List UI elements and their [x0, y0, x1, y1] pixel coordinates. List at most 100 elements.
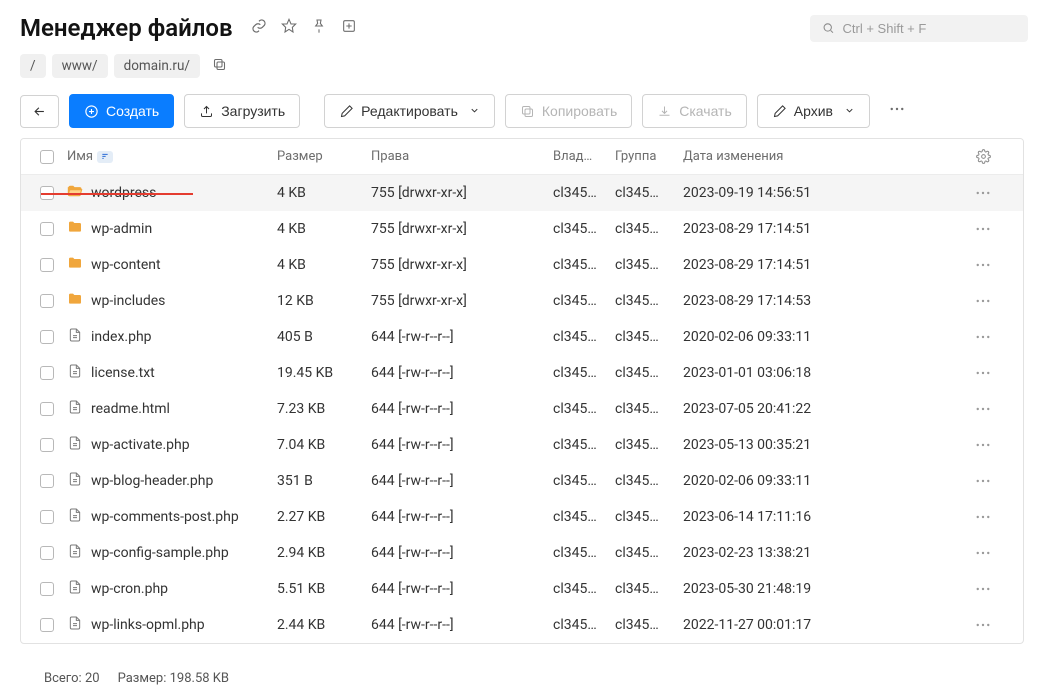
table-row[interactable]: wp-activate.php7.04 KB644 [-rw-r--r--]cl… [21, 427, 1023, 463]
search-icon [822, 21, 835, 35]
file-icon [67, 399, 83, 419]
row-more-button[interactable] [963, 292, 1003, 310]
create-button[interactable]: Создать [69, 94, 174, 128]
table-row[interactable]: wp-admin4 KB755 [drwxr-xr-x]cl345…cl345…… [21, 211, 1023, 247]
file-group: cl345… [615, 473, 683, 489]
file-name: wp-config-sample.php [91, 545, 229, 561]
row-checkbox[interactable] [40, 582, 54, 596]
row-checkbox[interactable] [40, 366, 54, 380]
column-owner[interactable]: Влад… [553, 149, 615, 164]
row-more-button[interactable] [963, 436, 1003, 454]
table-row[interactable]: wp-blog-header.php351 B644 [-rw-r--r--]c… [21, 463, 1023, 499]
row-checkbox[interactable] [40, 438, 54, 452]
row-more-button[interactable] [963, 544, 1003, 562]
table-row[interactable]: wp-cron.php5.51 KB644 [-rw-r--r--]cl345…… [21, 571, 1023, 607]
row-more-button[interactable] [963, 616, 1003, 634]
file-icon [67, 363, 83, 383]
row-more-button[interactable] [963, 472, 1003, 490]
search-input[interactable] [843, 21, 1016, 36]
row-checkbox[interactable] [40, 618, 54, 632]
file-owner: cl345… [553, 545, 615, 561]
row-checkbox[interactable] [40, 222, 54, 236]
file-group: cl345… [615, 257, 683, 273]
row-checkbox[interactable] [40, 402, 54, 416]
file-date: 2023-09-19 14:56:51 [683, 185, 963, 201]
file-date: 2023-05-13 00:35:21 [683, 437, 963, 453]
table-row[interactable]: wp-content4 KB755 [drwxr-xr-x]cl345…cl34… [21, 247, 1023, 283]
row-checkbox[interactable] [40, 546, 54, 560]
copy-button-label: Копировать [542, 103, 617, 119]
archive-button[interactable]: Архив [757, 94, 870, 128]
file-size: 12 KB [277, 293, 371, 309]
row-checkbox[interactable] [40, 330, 54, 344]
file-name: wp-content [91, 257, 161, 273]
table-settings-button[interactable] [963, 149, 1003, 164]
column-name[interactable]: Имя [67, 149, 277, 164]
copy-button: Копировать [505, 94, 632, 128]
breadcrumb-domain[interactable]: domain.ru/ [114, 54, 200, 78]
file-date: 2023-07-05 20:41:22 [683, 401, 963, 417]
table-row[interactable]: wordpress4 KB755 [drwxr-xr-x]cl345…cl345… [21, 175, 1023, 211]
table-row[interactable]: wp-links-opml.php2.44 KB644 [-rw-r--r--]… [21, 607, 1023, 643]
file-perms: 644 [-rw-r--r--] [371, 545, 553, 561]
row-checkbox[interactable] [40, 474, 54, 488]
file-date: 2023-05-30 21:48:19 [683, 581, 963, 597]
upload-button[interactable]: Загрузить [184, 94, 300, 128]
select-all-checkbox[interactable] [40, 150, 54, 164]
row-checkbox[interactable] [40, 294, 54, 308]
file-size: 4 KB [277, 221, 371, 237]
breadcrumb-root[interactable]: / [20, 54, 46, 78]
edit-button[interactable]: Редактировать [324, 94, 495, 128]
row-more-button[interactable] [963, 256, 1003, 274]
row-more-button[interactable] [963, 220, 1003, 238]
column-modified[interactable]: Дата изменения [683, 149, 963, 164]
toolbar-more-button[interactable] [880, 94, 914, 128]
row-checkbox[interactable] [40, 510, 54, 524]
file-name: wp-links-opml.php [91, 617, 205, 633]
row-more-button[interactable] [963, 328, 1003, 346]
pin-icon[interactable] [311, 18, 327, 38]
file-group: cl345… [615, 509, 683, 525]
file-name: license.txt [91, 365, 155, 381]
column-perms[interactable]: Права [371, 149, 553, 164]
row-more-button[interactable] [963, 400, 1003, 418]
file-perms: 644 [-rw-r--r--] [371, 473, 553, 489]
file-icon [67, 435, 83, 455]
row-more-button[interactable] [963, 508, 1003, 526]
copy-path-icon[interactable] [206, 57, 227, 76]
file-icon [67, 471, 83, 491]
sort-asc-icon [97, 151, 113, 163]
file-perms: 755 [drwxr-xr-x] [371, 221, 553, 237]
file-owner: cl345… [553, 257, 615, 273]
table-row[interactable]: readme.html7.23 KB644 [-rw-r--r--]cl345…… [21, 391, 1023, 427]
search-box[interactable] [810, 15, 1028, 42]
table-row[interactable]: wp-comments-post.php2.27 KB644 [-rw-r--r… [21, 499, 1023, 535]
table-row[interactable]: wp-includes12 KB755 [drwxr-xr-x]cl345…cl… [21, 283, 1023, 319]
file-date: 2023-01-01 03:06:18 [683, 365, 963, 381]
table-row[interactable]: license.txt19.45 KB644 [-rw-r--r--]cl345… [21, 355, 1023, 391]
table-row[interactable]: index.php405 B644 [-rw-r--r--]cl345…cl34… [21, 319, 1023, 355]
column-size[interactable]: Размер [277, 149, 371, 164]
table-row[interactable]: wp-config-sample.php2.94 KB644 [-rw-r--r… [21, 535, 1023, 571]
breadcrumb-www[interactable]: www/ [52, 54, 108, 78]
file-perms: 644 [-rw-r--r--] [371, 437, 553, 453]
file-group: cl345… [615, 401, 683, 417]
column-group[interactable]: Группа [615, 149, 683, 164]
external-icon[interactable] [341, 18, 357, 38]
row-more-button[interactable] [963, 364, 1003, 382]
file-group: cl345… [615, 617, 683, 633]
file-perms: 755 [drwxr-xr-x] [371, 257, 553, 273]
file-name: wp-activate.php [91, 437, 190, 453]
row-more-button[interactable] [963, 184, 1003, 202]
file-date: 2023-08-29 17:14:51 [683, 257, 963, 273]
link-icon[interactable] [251, 18, 267, 38]
back-button[interactable] [20, 95, 59, 128]
file-date: 2023-08-29 17:14:51 [683, 221, 963, 237]
file-date: 2020-02-06 09:33:11 [683, 473, 963, 489]
file-date: 2020-02-06 09:33:11 [683, 329, 963, 345]
download-button: Скачать [642, 94, 747, 128]
row-checkbox[interactable] [40, 258, 54, 272]
star-icon[interactable] [281, 18, 297, 38]
row-more-button[interactable] [963, 580, 1003, 598]
file-owner: cl345… [553, 401, 615, 417]
